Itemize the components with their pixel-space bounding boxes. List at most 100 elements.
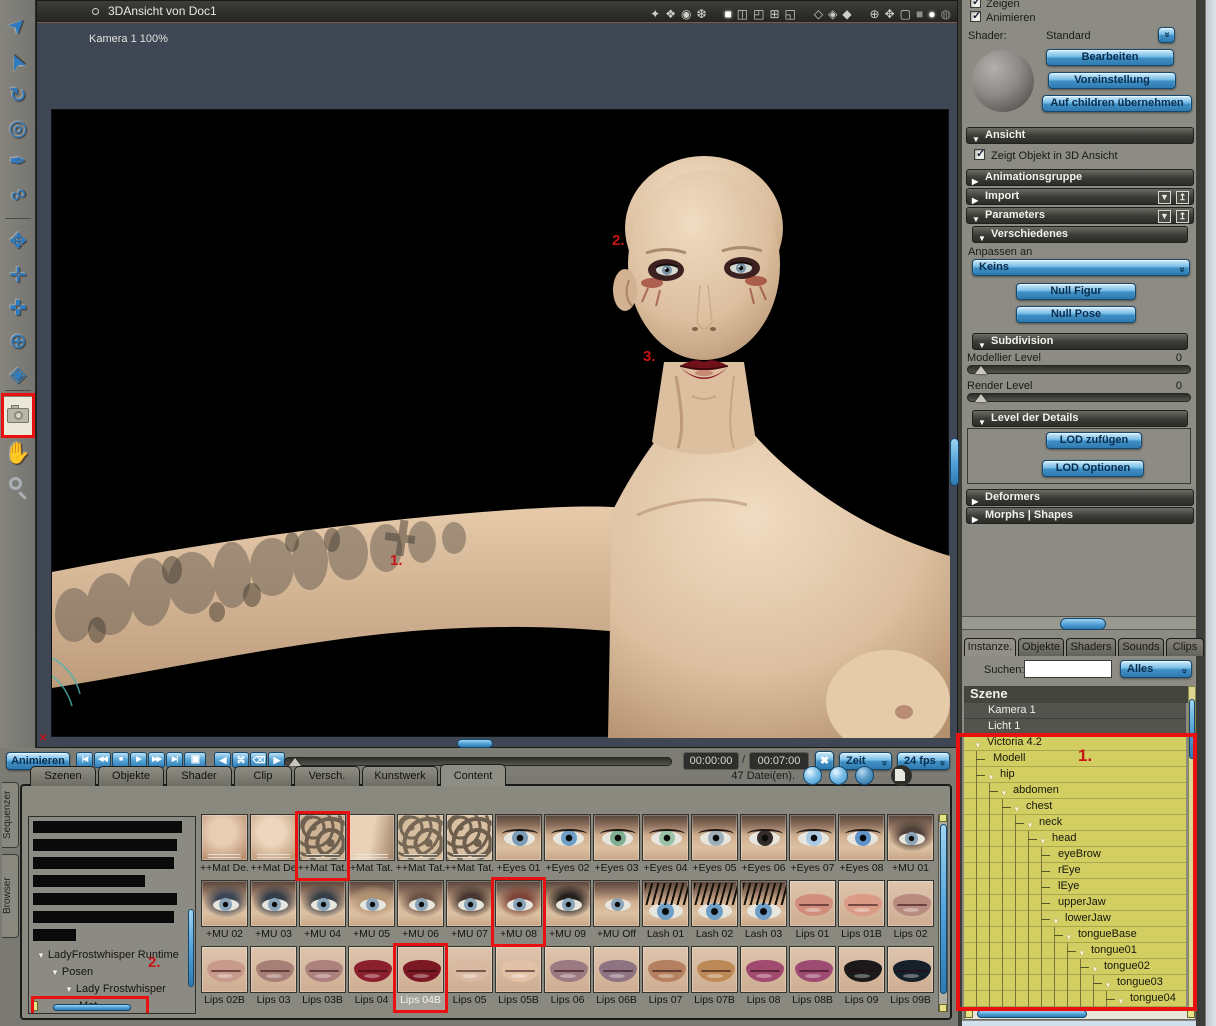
viewport-vsplitter-handle[interactable] bbox=[950, 438, 959, 486]
thumbnail-eyes08[interactable]: +Eyes 08 bbox=[837, 814, 886, 878]
time-current-field[interactable]: 00:00:00 bbox=[683, 752, 739, 770]
section-verschiedenes[interactable]: ▼ Verschiedenes bbox=[972, 226, 1188, 243]
null-pose-button[interactable]: Null Pose bbox=[1016, 306, 1136, 323]
bt-hscroll-track[interactable] bbox=[53, 1004, 131, 1011]
animieren-checkbox[interactable] bbox=[970, 9, 981, 22]
time-total-field[interactable]: 00:07:00 bbox=[749, 752, 809, 770]
thumbnail-lash03[interactable]: Lash 03 bbox=[739, 880, 788, 944]
select-tool[interactable]: ➤ bbox=[0, 11, 36, 42]
thumbnail-eyes05[interactable]: +Eyes 05 bbox=[690, 814, 739, 878]
thumbnail-lash01[interactable]: Lash 01 bbox=[641, 880, 690, 944]
layout-single-icon[interactable]: ■ bbox=[725, 4, 732, 25]
thumbnail-lips09[interactable]: Lips 09 bbox=[837, 946, 886, 1010]
thumbnail-mu04[interactable]: +MU 04 bbox=[298, 880, 347, 944]
scene-node-head[interactable]: ▼ head bbox=[964, 831, 1186, 847]
axis-move-tool[interactable]: ✜ bbox=[0, 295, 36, 325]
thumbnail-lips05b[interactable]: Lips 05B bbox=[494, 946, 543, 1010]
thumbnail-eyes01[interactable]: +Eyes 01 bbox=[494, 814, 543, 878]
section-morphs[interactable]: ▶ Morphs | Shapes bbox=[966, 507, 1194, 524]
world-rotate-tool[interactable]: ⊕ bbox=[0, 328, 36, 358]
node-select-tool[interactable]: ➤ bbox=[0, 48, 36, 78]
bt-vscroll-track[interactable] bbox=[188, 909, 194, 987]
save-icon[interactable]: ▼ bbox=[1158, 191, 1171, 204]
splitter-handle[interactable] bbox=[1060, 618, 1106, 630]
reset-view-icon[interactable]: ⊕ bbox=[870, 4, 880, 25]
thumbnail-lips02b[interactable]: Lips 02B bbox=[200, 946, 249, 1010]
thumbnail-lips03[interactable]: Lips 03 bbox=[249, 946, 298, 1010]
orbit-view-icon[interactable]: ✥ bbox=[885, 4, 895, 25]
scene-hscroll-handle[interactable] bbox=[977, 1010, 1087, 1018]
tab-kunstwerk[interactable]: Kunstwerk bbox=[362, 766, 438, 786]
shield-smooth-icon[interactable]: ◈ bbox=[828, 4, 837, 25]
scene-vscroll-handle[interactable] bbox=[1189, 699, 1195, 759]
filter-dropdown[interactable]: Alles bbox=[1120, 660, 1192, 678]
right-scroll-strip[interactable] bbox=[1205, 0, 1216, 1026]
thumbnail-lips06b[interactable]: Lips 06B bbox=[592, 946, 641, 1010]
show-in-3d-checkbox[interactable] bbox=[974, 147, 985, 160]
translate-tool[interactable]: ✛ bbox=[0, 262, 36, 292]
thumbnail-eyes06[interactable]: +Eyes 06 bbox=[739, 814, 788, 878]
save-icon[interactable]: ▼ bbox=[1158, 210, 1171, 223]
layout-thirds-icon[interactable]: ◰ bbox=[753, 4, 764, 25]
thumbnail-lips04b[interactable]: Lips 04B bbox=[396, 946, 445, 1010]
zeigen-checkbox[interactable] bbox=[970, 0, 981, 8]
scene-node-tongue04[interactable]: ▼ tongue04 bbox=[964, 991, 1186, 1007]
thumbnail-mattat[interactable]: ++Mat Tat. bbox=[445, 814, 494, 878]
thumbnail-eyes02[interactable]: +Eyes 02 bbox=[543, 814, 592, 878]
scene-tab-instanze[interactable]: Instanze. bbox=[964, 638, 1016, 656]
thumbnail-mattat[interactable]: ++Mat Tat. bbox=[396, 814, 445, 878]
lod-options-button[interactable]: LOD Optionen bbox=[1042, 460, 1144, 477]
scene-vscroll-track[interactable] bbox=[1188, 686, 1196, 1008]
test-render-tool[interactable] bbox=[2, 397, 34, 435]
rotate-tool[interactable]: ↻ bbox=[0, 82, 36, 112]
thumb-size-medium-icon[interactable] bbox=[829, 766, 848, 785]
lights-icon[interactable]: ✦ bbox=[650, 4, 660, 25]
scene-tab-sounds[interactable]: Sounds bbox=[1118, 638, 1164, 656]
thumbnail-lips01b[interactable]: Lips 01B bbox=[837, 880, 886, 944]
scene-node-victoria42[interactable]: ▼ Victoria 4.2 bbox=[964, 735, 1186, 751]
scene-item-licht1[interactable]: Licht 1 bbox=[964, 719, 1186, 735]
load-icon[interactable]: ↥ bbox=[1176, 191, 1189, 204]
tab-content[interactable]: Content bbox=[440, 764, 506, 786]
scene-node-eyebrow[interactable]: eyeBrow bbox=[964, 847, 1186, 863]
viewport-hsplitter-handle[interactable] bbox=[457, 739, 493, 748]
layout-split-icon[interactable]: ◫ bbox=[737, 4, 748, 25]
thumbnail-mu05[interactable]: +MU 05 bbox=[347, 880, 396, 944]
smooth-sphere-icon[interactable]: ● bbox=[928, 4, 935, 25]
thumbnail-eyes03[interactable]: +Eyes 03 bbox=[592, 814, 641, 878]
thumbnail-mattat[interactable]: +Mat Tat. bbox=[347, 814, 396, 878]
thumbnail-mu02[interactable]: +MU 02 bbox=[200, 880, 249, 944]
thumb-size-small-icon[interactable] bbox=[803, 766, 822, 785]
tab-clip[interactable]: Clip bbox=[234, 766, 292, 786]
section-import[interactable]: ▶ Import ▼ ↥ bbox=[966, 188, 1194, 205]
scene-node-leye[interactable]: lEye bbox=[964, 879, 1186, 895]
thumbnail-lips06[interactable]: Lips 06 bbox=[543, 946, 592, 1010]
load-icon[interactable]: ↥ bbox=[1176, 210, 1189, 223]
browser-item-ladyfrostwhisperruntime[interactable]: ▼ LadyFrostwhisper Runtime bbox=[29, 947, 189, 963]
tab-szenen[interactable]: Szenen bbox=[30, 766, 96, 786]
scene-tab-clips[interactable]: Clips bbox=[1166, 638, 1204, 656]
null-figure-button[interactable]: Null Figur bbox=[1016, 283, 1136, 300]
shield-texture-icon[interactable]: ◆ bbox=[842, 4, 851, 25]
thumbnail-eyes04[interactable]: +Eyes 04 bbox=[641, 814, 690, 878]
render-level-slider[interactable] bbox=[967, 393, 1191, 402]
move-tool[interactable]: ✥ bbox=[0, 228, 36, 258]
tab-versch[interactable]: Versch. bbox=[294, 766, 360, 786]
preset-button[interactable]: Voreinstellung bbox=[1048, 72, 1176, 89]
panel-splitter[interactable] bbox=[962, 616, 1196, 630]
search-input[interactable] bbox=[1024, 660, 1112, 678]
scene-node-hip[interactable]: ▼ hip bbox=[964, 767, 1186, 783]
scene-node-neck[interactable]: ▼ neck bbox=[964, 815, 1186, 831]
scene-tab-shaders[interactable]: Shaders bbox=[1066, 638, 1116, 656]
thumbnail-mattat[interactable]: ++Mat Tat. bbox=[298, 814, 347, 878]
scene-node-chest[interactable]: ▼ chest bbox=[964, 799, 1186, 815]
tab-objekte[interactable]: Objekte bbox=[98, 766, 164, 786]
lod-add-button[interactable]: LOD zufügen bbox=[1046, 432, 1142, 449]
side-tab-sequenzer[interactable]: Sequenzer bbox=[2, 782, 19, 848]
layout-quad-icon[interactable]: ⊞ bbox=[769, 4, 779, 25]
scene-node-tongue01[interactable]: ▼ tongue01 bbox=[964, 943, 1186, 959]
thumbnail-lips07b[interactable]: Lips 07B bbox=[690, 946, 739, 1010]
scene-node-lowerjaw[interactable]: ▼ lowerJaw bbox=[964, 911, 1186, 927]
scene-tab-objekte[interactable]: Objekte bbox=[1018, 638, 1064, 656]
thumbnail-lips03b[interactable]: Lips 03B bbox=[298, 946, 347, 1010]
